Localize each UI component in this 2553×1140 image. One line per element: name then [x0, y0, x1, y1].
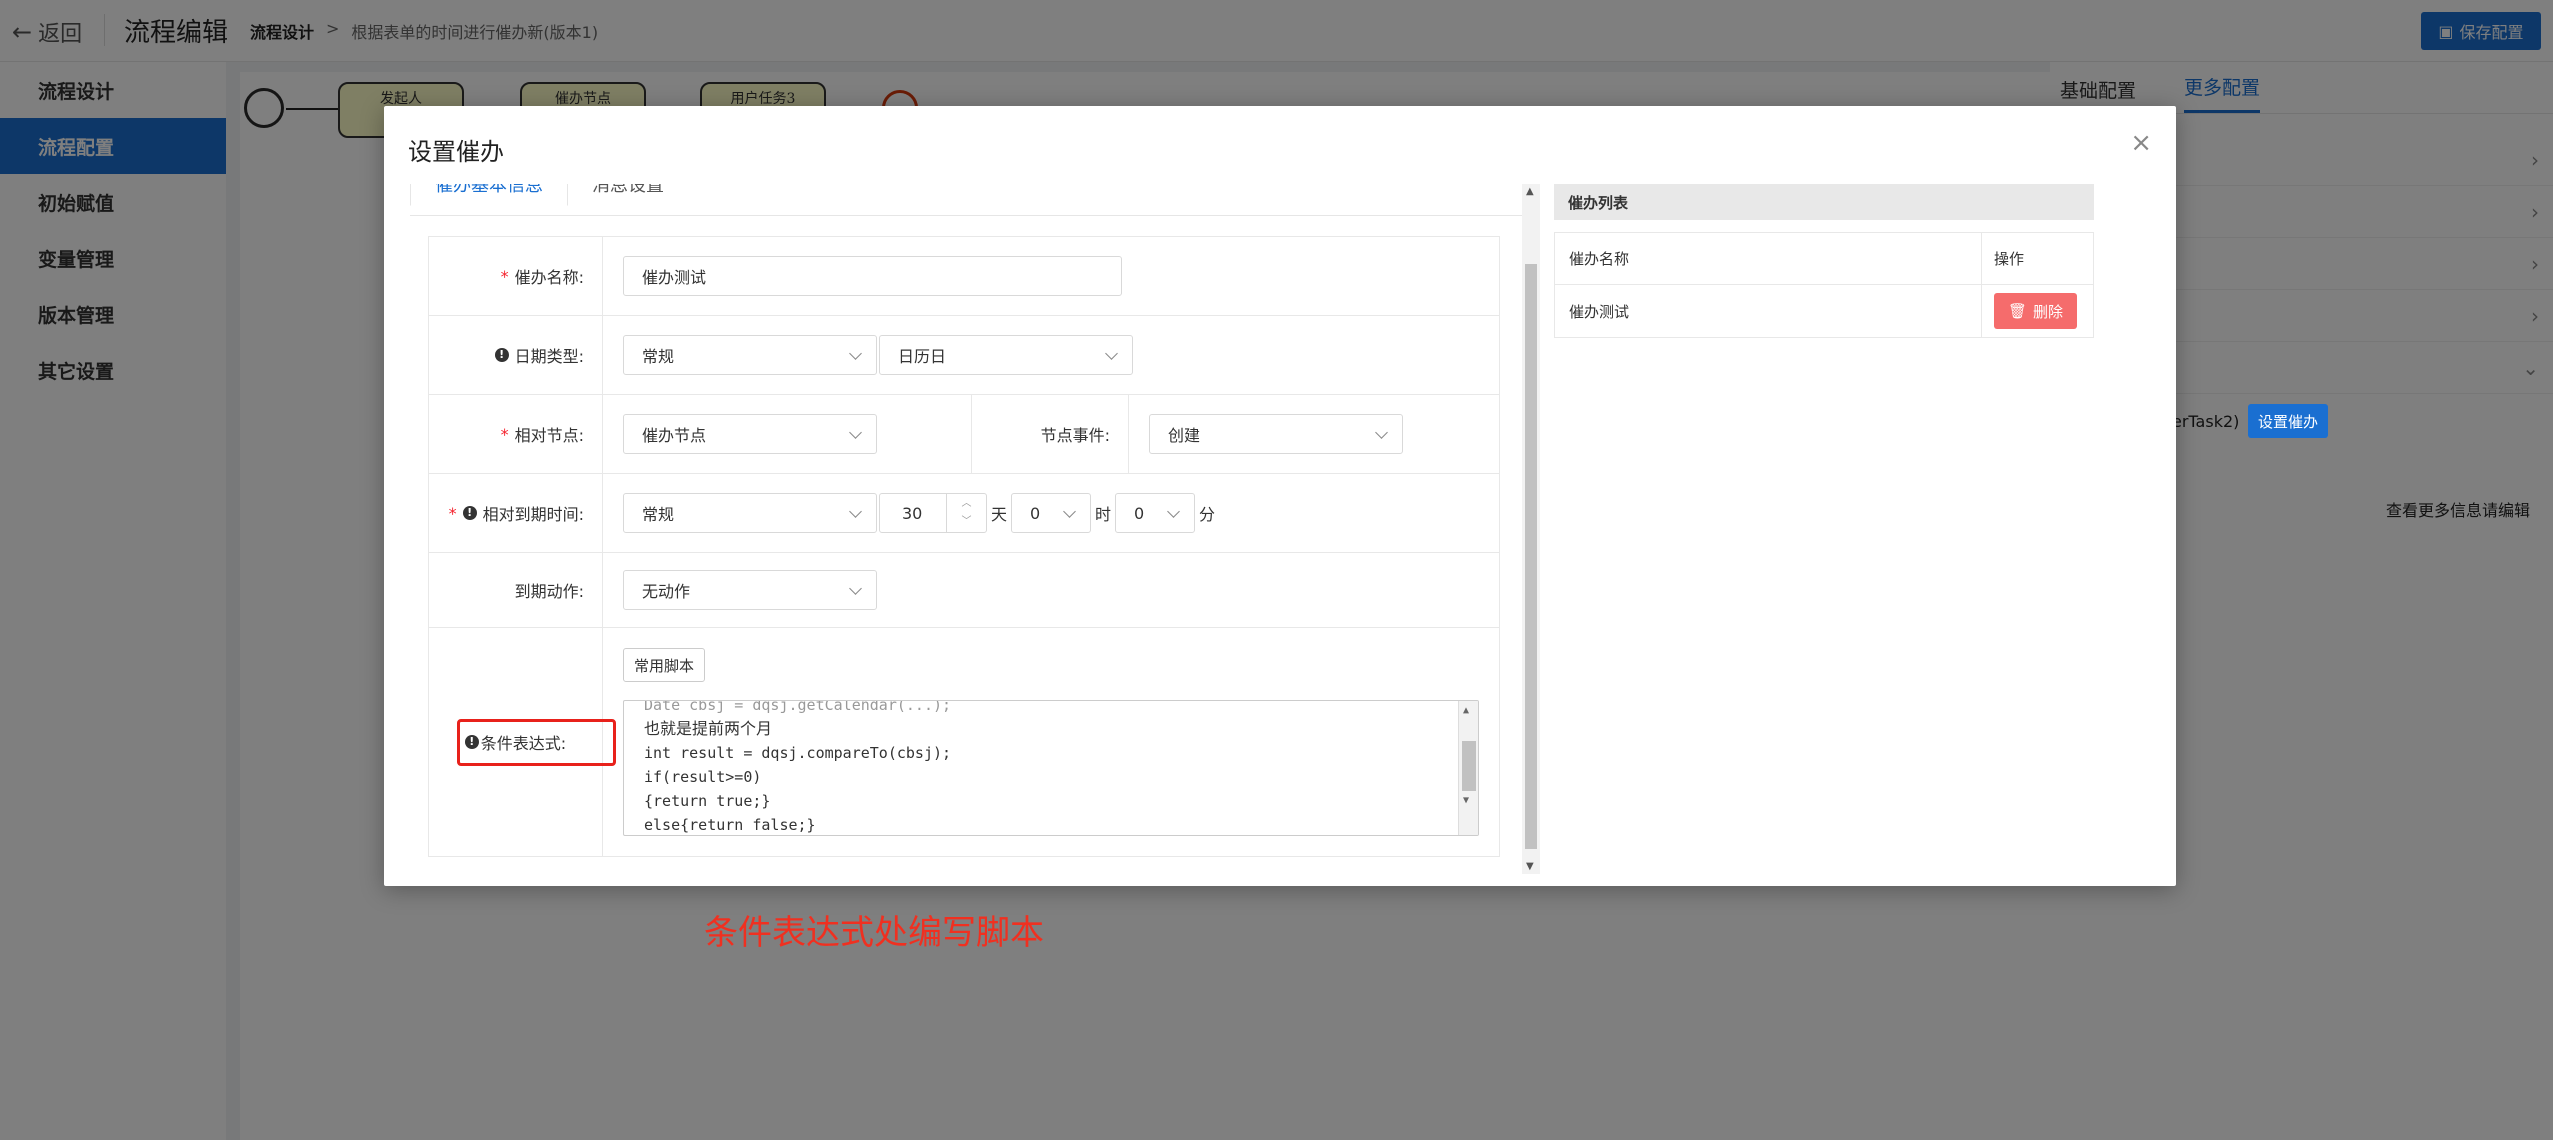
reminder-dialog: 设置催办 × 催办基本信息 消息设置 * 催办名称: 催办测试 ! 日期类型: 常规… [384, 106, 2176, 886]
required-mark: * [500, 266, 509, 286]
days-value: 30 [902, 503, 923, 523]
field-label: * 相对节点: [429, 395, 603, 473]
close-icon[interactable]: × [2130, 128, 2152, 158]
delete-label: 删除 [2033, 302, 2064, 321]
form-row-relative-node: * 相对节点: 催办节点 节点事件: 创建 [429, 395, 1499, 474]
tab-basic-info[interactable]: 催办基本信息 [410, 184, 568, 206]
label-text: 到期动作: [514, 582, 584, 601]
field-cell: 常规 30 ︿ ﹀ 天 0 时 0 分 [603, 474, 1499, 552]
label-text: 催办名称: [514, 268, 584, 287]
field-label: ! 日期类型: [429, 316, 603, 394]
label-text: 相对到期时间: [482, 505, 584, 524]
table-header-row: 催办名称 操作 [1555, 233, 2093, 285]
hours-unit: 时 [1095, 505, 1112, 524]
calendar-select[interactable]: 日历日 [879, 335, 1133, 375]
trash-icon: 🗑 [2008, 302, 2028, 320]
column-header-action: 操作 [1994, 250, 2025, 268]
reminder-name-cell: 催办测试 [1555, 285, 1982, 337]
dialog-tabs: 催办基本信息 消息设置 [410, 184, 1522, 216]
minutes-unit: 分 [1199, 505, 1216, 524]
scroll-up-icon[interactable]: ▲ [1463, 705, 1469, 716]
scroll-thumb[interactable] [1525, 264, 1537, 849]
field-cell: 常规 日历日 [603, 316, 1499, 394]
info-icon: ! [462, 506, 477, 520]
code-line: else{return false;} [644, 816, 816, 834]
highlight-box [457, 719, 616, 766]
days-stepper[interactable]: 30 ︿ ﹀ [879, 493, 987, 533]
editor-scrollbar[interactable]: ▲ ▼ [1458, 701, 1478, 835]
stepper-controls[interactable]: ︿ ﹀ [946, 494, 986, 532]
table-row: 催办测试 🗑 删除 [1555, 285, 2093, 337]
required-mark: * [448, 503, 457, 523]
condition-script-editor[interactable]: Date cbsj = dqsj.getCalendar(...); 也就是提前… [623, 700, 1479, 836]
relative-node-select[interactable]: 催办节点 [623, 414, 877, 454]
form-row-due-time: *! 相对到期时间: 常规 30 ︿ ﹀ 天 0 时 0 分 [429, 474, 1499, 553]
reminder-name-input[interactable]: 催办测试 [623, 256, 1122, 296]
date-type-select[interactable]: 常规 [623, 335, 877, 375]
code-line: int result = dqsj.compareTo(cbsj); [644, 744, 952, 762]
hours-select[interactable]: 0 [1011, 493, 1092, 533]
form-scrollbar[interactable]: ▲ ▼ [1522, 184, 1540, 874]
node-event-select[interactable]: 创建 [1149, 414, 1403, 454]
common-scripts-button[interactable]: 常用脚本 [623, 648, 706, 682]
reminder-list-table: 催办名称 操作 催办测试 🗑 删除 [1554, 232, 2094, 338]
dialog-title: 设置催办 [408, 138, 504, 166]
field-label: *! 相对到期时间: [429, 474, 603, 552]
form-row-due-action: 到期动作: 无动作 [429, 553, 1499, 628]
scroll-up-icon[interactable]: ▲ [1526, 186, 1534, 197]
code-line: if(result>=0) [644, 768, 762, 786]
delete-button[interactable]: 🗑 删除 [1994, 293, 2078, 329]
field-cell: 无动作 [603, 553, 1499, 627]
due-type-select[interactable]: 常规 [623, 493, 877, 533]
label-text: 日期类型: [514, 347, 584, 366]
scroll-down-icon[interactable]: ▼ [1526, 861, 1534, 872]
code-line: {return true;} [644, 792, 771, 810]
required-mark: * [500, 424, 509, 444]
reminder-list-panel: 催办列表 催办名称 操作 催办测试 🗑 删除 [1554, 184, 2094, 338]
label-text: 相对节点: [514, 426, 584, 445]
column-header-name: 催办名称 [1555, 233, 1982, 284]
field-cell: 催办节点 节点事件: 创建 [603, 395, 1499, 473]
field-cell: 常用脚本 Date cbsj = dqsj.getCalendar(...); … [603, 628, 1499, 856]
days-unit: 天 [991, 505, 1008, 524]
annotation-text: 条件表达式处编写脚本 [704, 913, 1044, 953]
chevron-up-icon[interactable]: ︿ [962, 495, 972, 513]
field-label: 到期动作: [429, 553, 603, 627]
info-icon: ! [494, 348, 509, 362]
task-id-text: erTask2) [2172, 412, 2240, 431]
tab-message-settings[interactable]: 消息设置 [568, 184, 688, 206]
scroll-down-icon[interactable]: ▼ [1463, 795, 1469, 806]
set-reminder-button[interactable]: 设置催办 [2248, 404, 2328, 438]
form-row-name: * 催办名称: 催办测试 [429, 237, 1499, 316]
action-cell: 🗑 删除 [1982, 293, 2093, 329]
code-lines: Date cbsj = dqsj.getCalendar(...); 也就是提前… [624, 700, 1478, 835]
scroll-thumb[interactable] [1462, 741, 1476, 791]
code-line: Date cbsj = dqsj.getCalendar(...); [644, 700, 952, 714]
node-event-label: 节点事件: [971, 395, 1129, 473]
more-info-text: 查看更多信息请编辑 [2386, 501, 2531, 520]
due-action-select[interactable]: 无动作 [623, 570, 877, 610]
code-line: 也就是提前两个月 [644, 719, 773, 738]
field-label: * 催办名称: [429, 237, 603, 315]
field-cell: 催办测试 [603, 237, 1499, 315]
reminder-list-title: 催办列表 [1554, 184, 2094, 220]
form-row-date-type: ! 日期类型: 常规 日历日 [429, 316, 1499, 395]
minutes-select[interactable]: 0 [1115, 493, 1196, 533]
chevron-down-icon[interactable]: ﹀ [962, 513, 972, 531]
